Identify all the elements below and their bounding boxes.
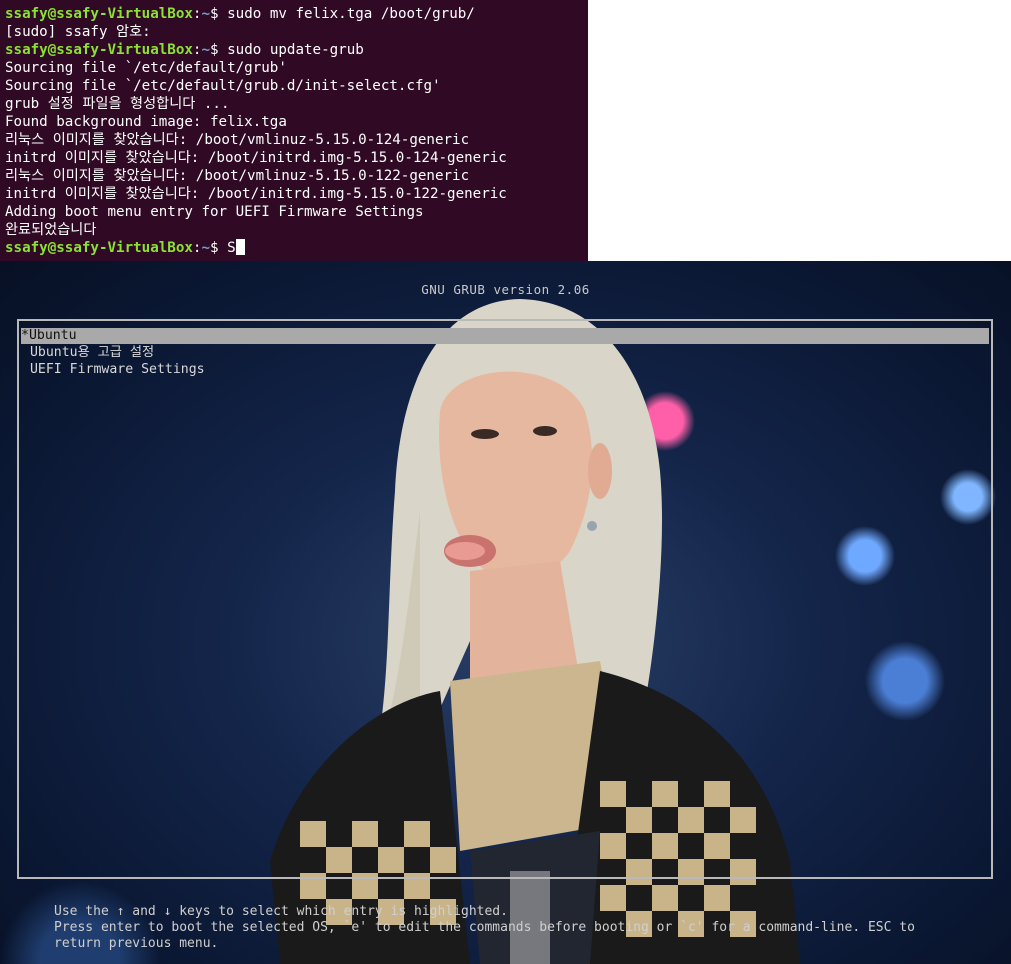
prompt-path: ~	[201, 6, 211, 22]
terminal-line: initrd 이미지를 찾았습니다: /boot/initrd.img-5.15…	[5, 186, 507, 202]
grub-menu: *Ubuntu Ubuntu용 고급 설정 UEFI Firmware Sett…	[17, 319, 993, 879]
menu-item-ubuntu-advanced[interactable]: Ubuntu용 고급 설정	[22, 345, 154, 361]
menu-item-ubuntu[interactable]: *Ubuntu	[21, 328, 989, 344]
terminal-line: grub 설정 파일을 형성합니다 ...	[5, 96, 230, 112]
terminal-line: 리눅스 이미지를 찾았습니다: /boot/vmlinuz-5.15.0-124…	[5, 132, 470, 148]
prompt-path: ~	[201, 42, 211, 58]
command-input[interactable]: S	[227, 240, 236, 256]
terminal-line: Sourcing file `/etc/default/grub.d/init-…	[5, 78, 441, 94]
prompt-user: ssafy@ssafy-VirtualBox	[5, 240, 193, 256]
grub-help-text: Use the ↑ and ↓ keys to select which ent…	[54, 904, 915, 951]
terminal-line: [sudo] ssafy 암호:	[5, 24, 151, 40]
grub-boot-screen: GNU GRUB version 2.06 *Ubuntu Ubuntu용 고급…	[0, 261, 1011, 964]
command-text: sudo mv felix.tga /boot/grub/	[227, 6, 475, 22]
terminal-line: Sourcing file `/etc/default/grub'	[5, 60, 287, 76]
terminal-line: initrd 이미지를 찾았습니다: /boot/initrd.img-5.15…	[5, 150, 507, 166]
terminal-line: Adding boot menu entry for UEFI Firmware…	[5, 204, 424, 220]
prompt-symbol: $	[210, 42, 228, 58]
terminal-line: 완료되었습니다	[5, 222, 97, 238]
command-text: sudo update-grub	[227, 42, 364, 58]
menu-item-uefi-firmware[interactable]: UEFI Firmware Settings	[22, 362, 205, 378]
terminal-line: ssafy@ssafy-VirtualBox:~$ sudo update-gr…	[5, 41, 588, 59]
terminal-line: Found background image: felix.tga	[5, 114, 287, 130]
prompt-symbol: $	[210, 6, 228, 22]
prompt-user: ssafy@ssafy-VirtualBox	[5, 6, 193, 22]
prompt-user: ssafy@ssafy-VirtualBox	[5, 42, 193, 58]
terminal-line: ssafy@ssafy-VirtualBox:~$ sudo mv felix.…	[5, 5, 588, 23]
text-cursor	[235, 239, 245, 255]
terminal-input-line[interactable]: ssafy@ssafy-VirtualBox:~$ S	[5, 239, 588, 257]
prompt-path: ~	[201, 240, 211, 256]
grub-title: GNU GRUB version 2.06	[421, 282, 590, 297]
prompt-symbol: $	[210, 240, 228, 256]
terminal-line: 리눅스 이미지를 찾았습니다: /boot/vmlinuz-5.15.0-122…	[5, 168, 470, 184]
terminal-window[interactable]: ssafy@ssafy-VirtualBox:~$ sudo mv felix.…	[0, 0, 588, 261]
